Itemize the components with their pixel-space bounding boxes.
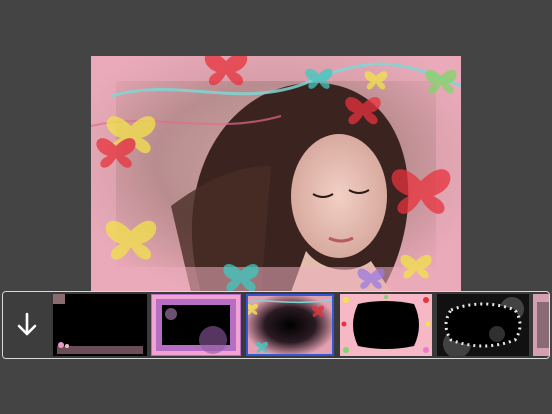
frame-thumbnail-4[interactable] xyxy=(340,294,432,356)
frame-strip xyxy=(2,291,550,359)
frame-2-preview xyxy=(151,294,241,356)
arrow-down-icon xyxy=(17,312,37,336)
frame-thumbnail-5[interactable] xyxy=(437,294,529,356)
frame-thumbnail-6[interactable] xyxy=(533,294,549,356)
frame-6-preview xyxy=(533,294,549,356)
frame-thumbnail-2[interactable] xyxy=(151,294,241,356)
photo-image xyxy=(91,56,461,292)
frame-thumbnail-3[interactable] xyxy=(246,294,334,356)
frame-5-preview xyxy=(437,294,529,356)
frame-thumbnail-1[interactable] xyxy=(53,294,147,356)
frame-1-preview xyxy=(53,294,147,356)
edited-photo xyxy=(91,56,461,292)
download-button[interactable] xyxy=(3,292,51,358)
frame-4-preview xyxy=(340,294,432,356)
frame-3-preview xyxy=(248,296,332,354)
